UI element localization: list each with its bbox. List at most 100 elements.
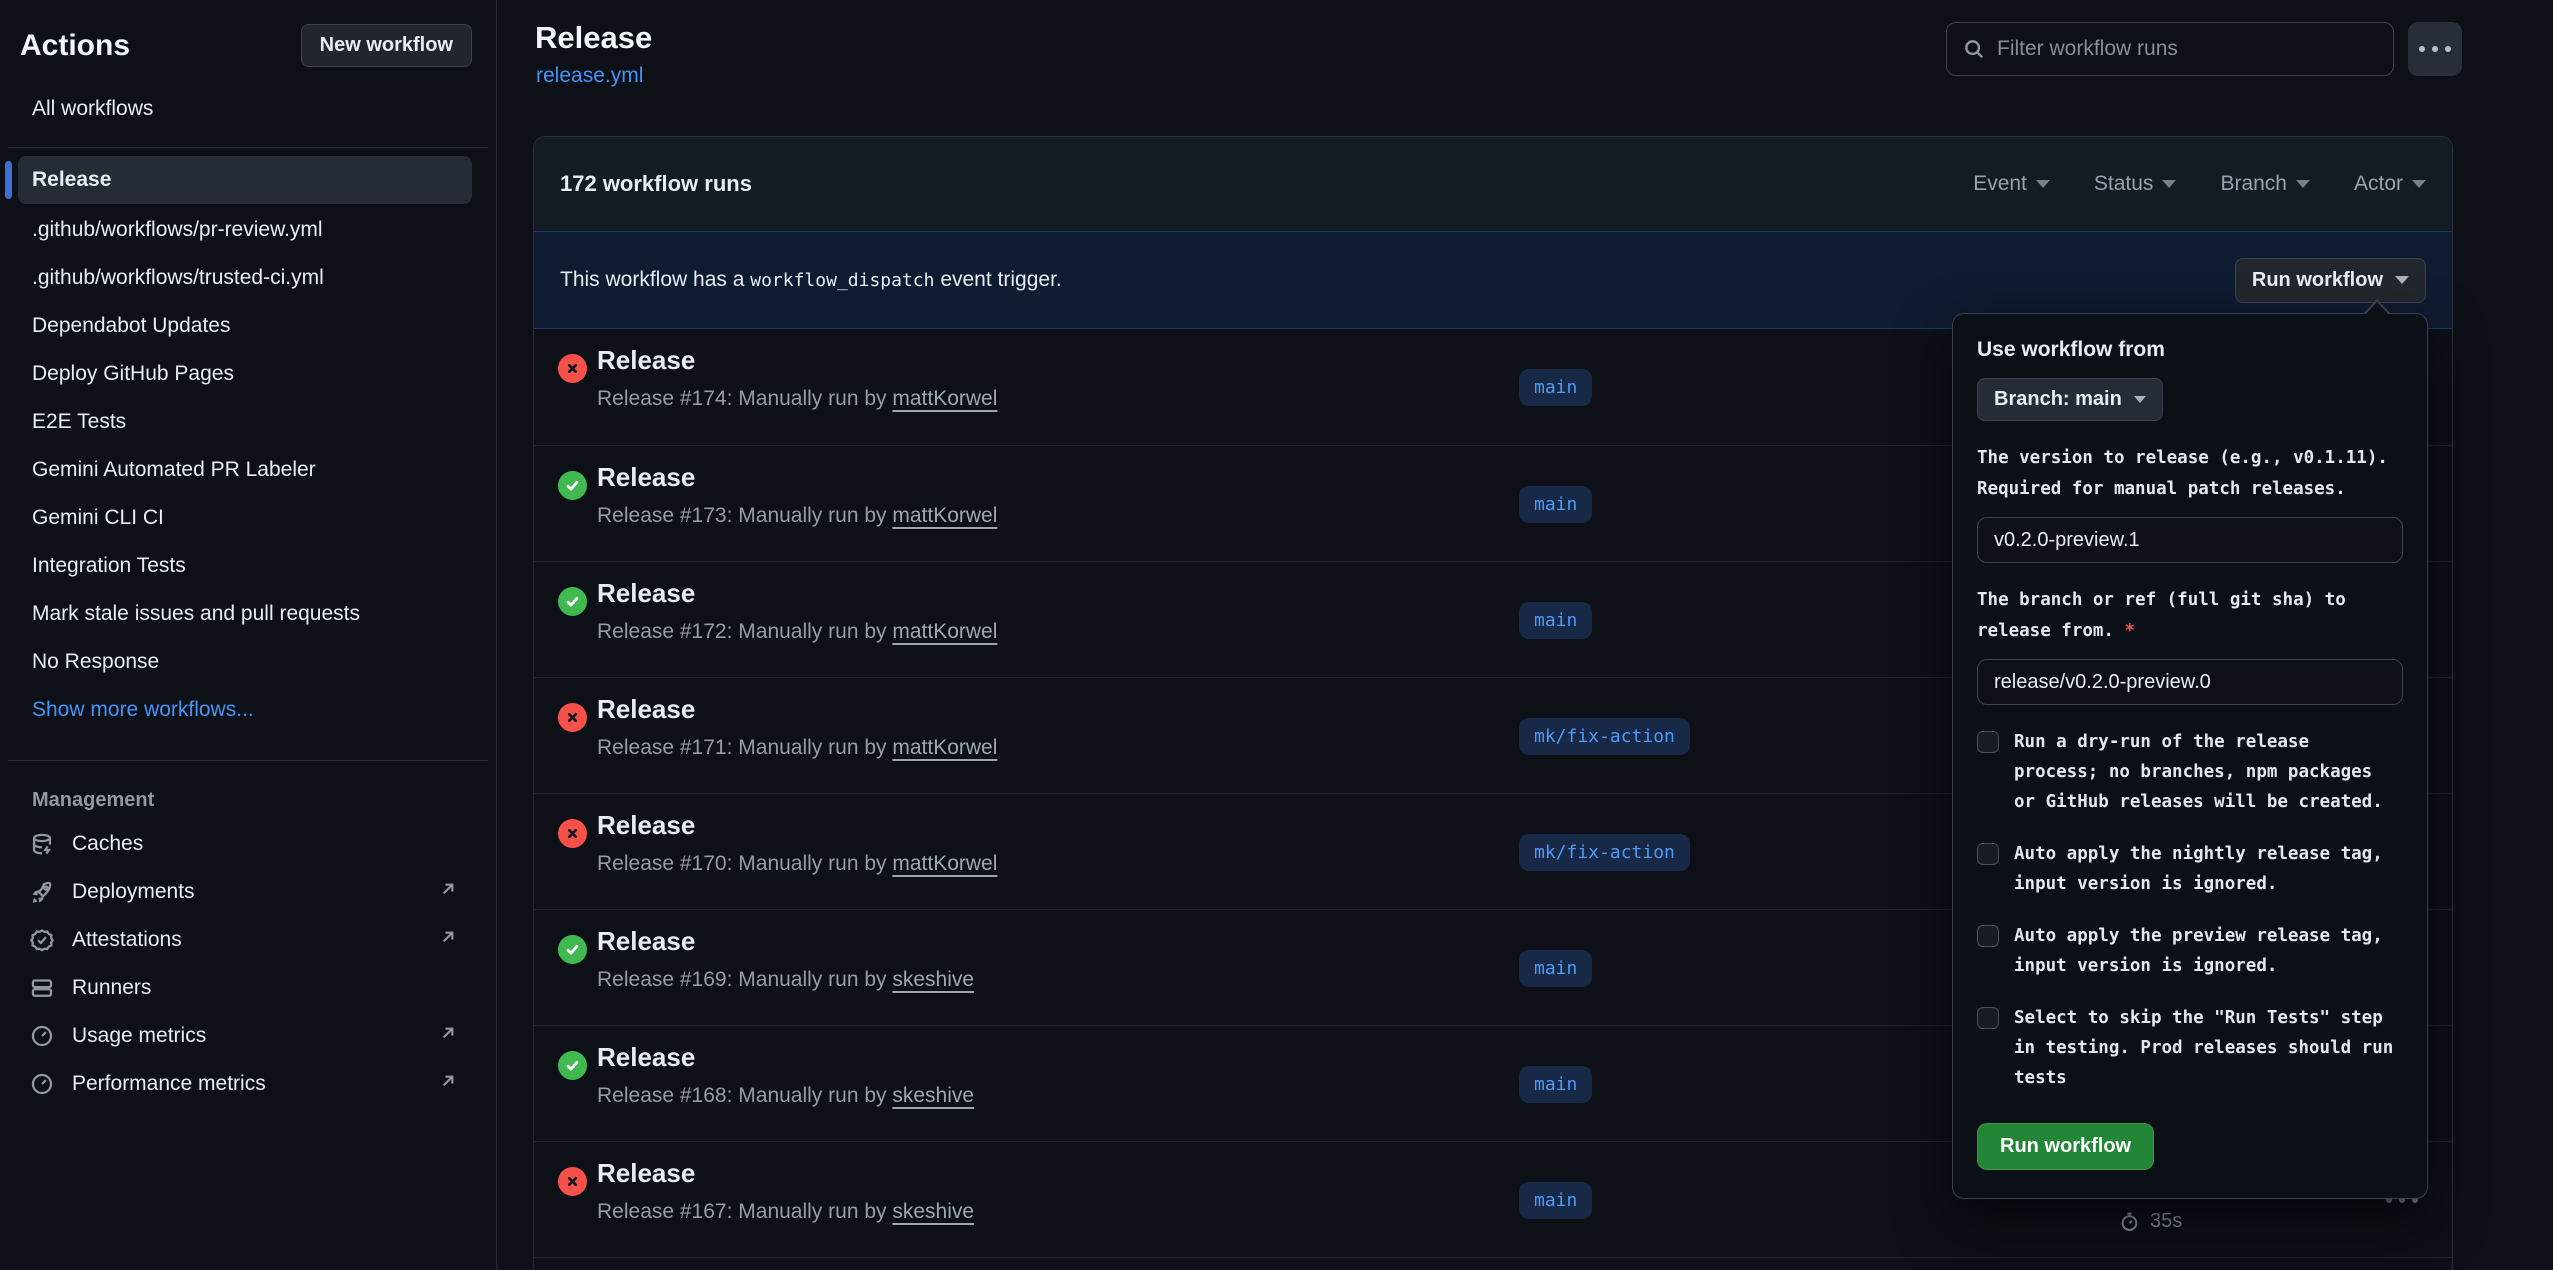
checkbox-label: Auto apply the preview release tag, inpu…: [2014, 921, 2403, 981]
run-description: Release #174: Manually run by mattKorwel: [597, 387, 997, 411]
sidebar-item-workflow[interactable]: No Response: [0, 638, 496, 686]
run-description: Release #168: Manually run by skeshive: [597, 1084, 974, 1108]
sidebar-item-workflow[interactable]: Deploy GitHub Pages: [0, 350, 496, 398]
run-branch-badge[interactable]: main: [1519, 1066, 1592, 1103]
sidebar-item-label: Performance metrics: [72, 1072, 266, 1096]
run-actor-link[interactable]: mattKorwel: [892, 620, 997, 643]
sidebar-item-management[interactable]: Performance metrics: [0, 1060, 496, 1108]
run-branch-badge[interactable]: main: [1519, 1182, 1592, 1219]
run-workflow-dropdown-button[interactable]: Run workflow: [2235, 258, 2426, 303]
runs-list-header: 172 workflow runs Event Status Branch Actor: [534, 137, 2452, 231]
sidebar-item-label: Deployments: [72, 880, 195, 904]
sidebar-item-label: .github/workflows/pr-review.yml: [32, 218, 323, 242]
sidebar-item-label: Integration Tests: [32, 554, 186, 578]
meter-icon: [30, 1072, 54, 1096]
run-title-link[interactable]: Release: [597, 694, 695, 725]
run-title-link[interactable]: Release: [597, 1042, 695, 1073]
run-branch-badge[interactable]: main: [1519, 486, 1592, 523]
workflow-dispatch-code: workflow_dispatch: [750, 270, 934, 291]
dialog-checkbox-row[interactable]: Run a dry-run of the release process; no…: [1977, 727, 2403, 817]
run-description: Release #173: Manually run by mattKorwel: [597, 504, 997, 528]
workflow-options-kebab-button[interactable]: [2408, 22, 2462, 76]
run-actor-link[interactable]: skeshive: [892, 1084, 974, 1107]
failure-x-circle-icon: [558, 819, 587, 848]
show-more-workflows-link[interactable]: Show more workflows...: [0, 686, 496, 734]
caret-down-icon: [2162, 180, 2176, 188]
run-branch-badge[interactable]: main: [1519, 950, 1592, 987]
run-workflow-dialog: Use workflow from Branch: main The versi…: [1952, 313, 2428, 1199]
banner-text: This workflow has a workflow_dispatch ev…: [560, 268, 1062, 292]
external-link-arrow-icon: [438, 879, 458, 905]
search-icon: [1963, 38, 1985, 60]
run-count-label: 172 workflow runs: [560, 171, 752, 197]
sidebar-item-label: Gemini Automated PR Labeler: [32, 458, 316, 482]
sidebar-item-release-selected[interactable]: Release: [18, 156, 472, 204]
run-filter-branch[interactable]: Branch: [2220, 172, 2310, 196]
caret-down-icon: [2134, 396, 2146, 403]
run-workflow-submit-button[interactable]: Run workflow: [1977, 1123, 2154, 1170]
branch-select-button[interactable]: Branch: main: [1977, 378, 2163, 421]
sidebar-item-management[interactable]: Attestations: [0, 916, 496, 964]
server-icon: [30, 976, 54, 1000]
run-branch-badge[interactable]: main: [1519, 602, 1592, 639]
run-duration: 35s: [2150, 1204, 2182, 1238]
search-input[interactable]: [1997, 37, 2377, 61]
sidebar-item-management[interactable]: Deployments: [0, 868, 496, 916]
run-description: Release #167: Manually run by skeshive: [597, 1200, 974, 1224]
run-filter-status[interactable]: Status: [2094, 172, 2177, 196]
sidebar-item-workflow[interactable]: Gemini Automated PR Labeler: [0, 446, 496, 494]
run-branch-badge[interactable]: mk/fix-action: [1519, 834, 1690, 871]
sidebar-item-workflow[interactable]: Dependabot Updates: [0, 302, 496, 350]
run-branch-badge[interactable]: mk/fix-action: [1519, 718, 1690, 755]
external-link-arrow-icon: [438, 1071, 458, 1097]
sidebar-item-workflow[interactable]: Gemini CLI CI: [0, 494, 496, 542]
dialog-text-input[interactable]: [1977, 517, 2403, 563]
new-workflow-button[interactable]: New workflow: [301, 24, 472, 67]
checkbox[interactable]: [1977, 843, 1999, 865]
sidebar-item-workflow[interactable]: .github/workflows/pr-review.yml: [0, 206, 496, 254]
run-description: Release #171: Manually run by mattKorwel: [597, 736, 997, 760]
run-actor-link[interactable]: skeshive: [892, 968, 974, 991]
sidebar-title: Actions: [20, 29, 130, 63]
caret-down-icon: [2412, 180, 2426, 188]
sidebar-item-management[interactable]: Caches: [0, 820, 496, 868]
external-link-arrow-icon: [438, 927, 458, 953]
run-actor-link[interactable]: skeshive: [892, 1200, 974, 1223]
checkbox[interactable]: [1977, 731, 1999, 753]
run-title-link[interactable]: Release: [597, 1158, 695, 1189]
run-title-link[interactable]: Release: [597, 926, 695, 957]
run-actor-link[interactable]: mattKorwel: [892, 852, 997, 875]
run-title-link[interactable]: Release: [597, 462, 695, 493]
sidebar-item-all-workflows[interactable]: All workflows: [32, 97, 496, 121]
sidebar-item-management[interactable]: Usage metrics: [0, 1012, 496, 1060]
filter-workflow-runs-search[interactable]: [1946, 22, 2394, 76]
run-actor-link[interactable]: mattKorwel: [892, 504, 997, 527]
field-help-text: The branch or ref (full git sha) to rele…: [1977, 585, 2403, 647]
checkbox[interactable]: [1977, 1007, 1999, 1029]
run-title-link[interactable]: Release: [597, 345, 695, 376]
sidebar-item-workflow[interactable]: E2E Tests: [0, 398, 496, 446]
dialog-text-input[interactable]: [1977, 659, 2403, 705]
stopwatch-icon: [2119, 1211, 2140, 1232]
rocket-icon: [30, 880, 54, 904]
run-filter-actor[interactable]: Actor: [2354, 172, 2426, 196]
sidebar-item-workflow[interactable]: Integration Tests: [0, 542, 496, 590]
dialog-checkbox-row[interactable]: Select to skip the "Run Tests" step in t…: [1977, 1003, 2403, 1093]
run-title-link[interactable]: Release: [597, 810, 695, 841]
sidebar-item-label: Attestations: [72, 928, 182, 952]
checkbox[interactable]: [1977, 925, 1999, 947]
sidebar-item-management[interactable]: Runners: [0, 964, 496, 1012]
sidebar-item-workflow[interactable]: .github/workflows/trusted-ci.yml: [0, 254, 496, 302]
sidebar-item-workflow[interactable]: Mark stale issues and pull requests: [0, 590, 496, 638]
run-actor-link[interactable]: mattKorwel: [892, 736, 997, 759]
management-section-label: Management: [32, 789, 496, 812]
sidebar-divider-2: [8, 760, 488, 761]
run-filter-event[interactable]: Event: [1973, 172, 2050, 196]
run-branch-badge[interactable]: main: [1519, 369, 1592, 406]
workflow-file-link[interactable]: release.yml: [536, 64, 643, 88]
dialog-checkbox-row[interactable]: Auto apply the preview release tag, inpu…: [1977, 921, 2403, 981]
failure-x-circle-icon: [558, 1167, 587, 1196]
run-title-link[interactable]: Release: [597, 578, 695, 609]
dialog-checkbox-row[interactable]: Auto apply the nightly release tag, inpu…: [1977, 839, 2403, 899]
run-actor-link[interactable]: mattKorwel: [892, 387, 997, 410]
